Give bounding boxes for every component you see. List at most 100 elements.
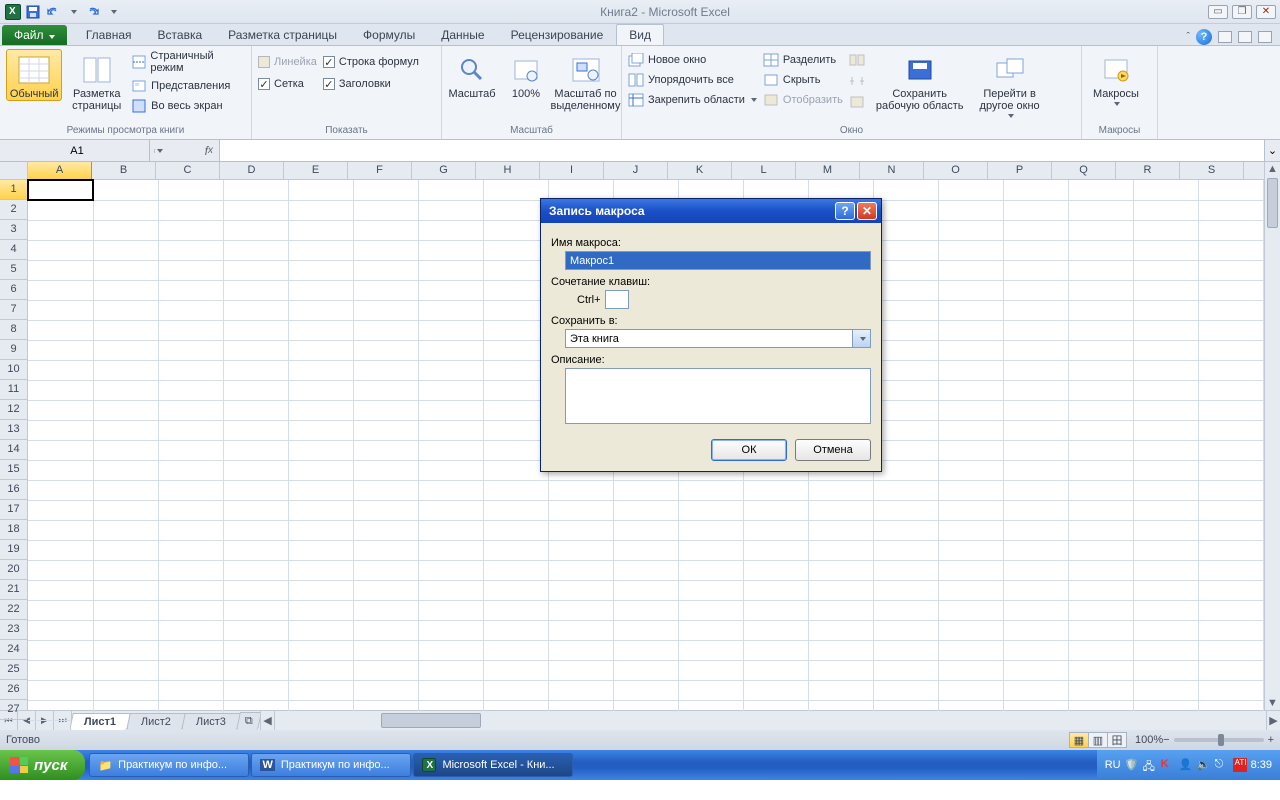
cell[interactable] [158,300,223,320]
save-workspace-button[interactable]: Сохранить рабочую область [871,49,969,113]
qat-customize-dropdown[interactable] [104,3,122,21]
cell[interactable] [1133,420,1198,440]
cell[interactable] [353,240,418,260]
cell[interactable] [1003,440,1068,460]
cell[interactable] [418,440,483,460]
cell[interactable] [28,500,93,520]
cell[interactable] [418,640,483,660]
cell[interactable] [158,520,223,540]
cell[interactable] [483,180,548,200]
cell[interactable] [93,240,158,260]
cell[interactable] [483,520,548,540]
cell[interactable] [1068,480,1133,500]
cell[interactable] [1198,500,1263,520]
tray-usb-icon[interactable]: ⎋ [1215,758,1229,772]
cell[interactable] [873,620,938,640]
cell[interactable] [938,340,1003,360]
cell[interactable] [418,520,483,540]
cell[interactable] [418,560,483,580]
cell[interactable] [678,500,743,520]
cell[interactable] [418,600,483,620]
cell[interactable] [1198,260,1263,280]
row-header[interactable]: 18 [0,520,27,540]
cell[interactable] [1133,660,1198,680]
cell[interactable] [1003,600,1068,620]
workbook-restore-button[interactable] [1238,31,1252,43]
cell[interactable] [938,520,1003,540]
row-header[interactable]: 22 [0,600,27,620]
cell[interactable] [808,640,873,660]
cell[interactable] [873,400,938,420]
sheet-tab-3[interactable]: Лист3 [181,713,241,730]
cell[interactable] [353,640,418,660]
cell[interactable] [483,480,548,500]
cell[interactable] [28,380,93,400]
statusbar-page-break-view[interactable]: 田 [1107,732,1127,748]
column-header[interactable]: K [668,162,732,179]
cell[interactable] [873,320,938,340]
cell[interactable] [28,280,93,300]
cell[interactable] [938,540,1003,560]
cell[interactable] [1133,340,1198,360]
zoom-percent[interactable]: 100% [1135,734,1163,746]
tray-volume-icon[interactable]: 🔈 [1197,758,1211,772]
cell[interactable] [223,440,288,460]
cell[interactable] [873,340,938,360]
cell[interactable] [93,460,158,480]
cell[interactable] [873,520,938,540]
cell[interactable] [1068,680,1133,700]
cell[interactable] [873,500,938,520]
cell[interactable] [483,360,548,380]
workbook-close-button[interactable] [1258,31,1272,43]
qat-save-button[interactable] [24,3,42,21]
fx-icon[interactable]: fx [150,140,220,161]
cell[interactable] [938,220,1003,240]
cell[interactable] [1068,660,1133,680]
row-header[interactable]: 19 [0,540,27,560]
cell[interactable] [1133,640,1198,660]
system-tray[interactable]: RU 🛡️ 🖧 K 👤 🔈 ⎋ ATI 8:39 [1097,750,1280,780]
cell[interactable] [223,640,288,660]
window-restore-button[interactable]: ❐ [1232,5,1252,19]
cell[interactable] [28,420,93,440]
cell[interactable] [483,260,548,280]
tray-clock[interactable]: 8:39 [1251,759,1272,771]
cell[interactable] [28,220,93,240]
cell[interactable] [93,620,158,640]
cell[interactable] [1198,480,1263,500]
cell[interactable] [353,460,418,480]
column-header[interactable]: P [988,162,1052,179]
cell[interactable] [1198,640,1263,660]
cell[interactable] [483,540,548,560]
cell[interactable] [28,460,93,480]
cell[interactable] [1003,660,1068,680]
cell[interactable] [1003,360,1068,380]
row-header[interactable]: 14 [0,440,27,460]
cell[interactable] [288,660,353,680]
tray-msn-icon[interactable]: 👤 [1179,758,1193,772]
cell[interactable] [743,660,808,680]
tab-review[interactable]: Рецензирование [498,24,617,45]
column-header[interactable]: B [92,162,156,179]
cell[interactable] [223,320,288,340]
cell[interactable] [483,240,548,260]
cell[interactable] [1068,580,1133,600]
scroll-left-button[interactable]: ◀ [261,711,275,730]
cell[interactable] [1133,440,1198,460]
cell[interactable] [1003,200,1068,220]
cell[interactable] [938,660,1003,680]
page-break-preview-button[interactable]: Страничный режим [131,49,245,75]
switch-windows-button[interactable]: Перейти в другое окно [975,49,1045,119]
scroll-right-button[interactable]: ▶ [1266,711,1280,730]
cell[interactable] [223,340,288,360]
cell[interactable] [288,420,353,440]
ok-button[interactable]: ОК [711,439,787,461]
zoom-in-button[interactable]: + [1268,734,1274,746]
cell[interactable] [1003,520,1068,540]
cell[interactable] [288,480,353,500]
row-header[interactable]: 20 [0,560,27,580]
cell[interactable] [743,480,808,500]
cell[interactable] [93,300,158,320]
cell[interactable] [873,300,938,320]
cell[interactable] [93,420,158,440]
